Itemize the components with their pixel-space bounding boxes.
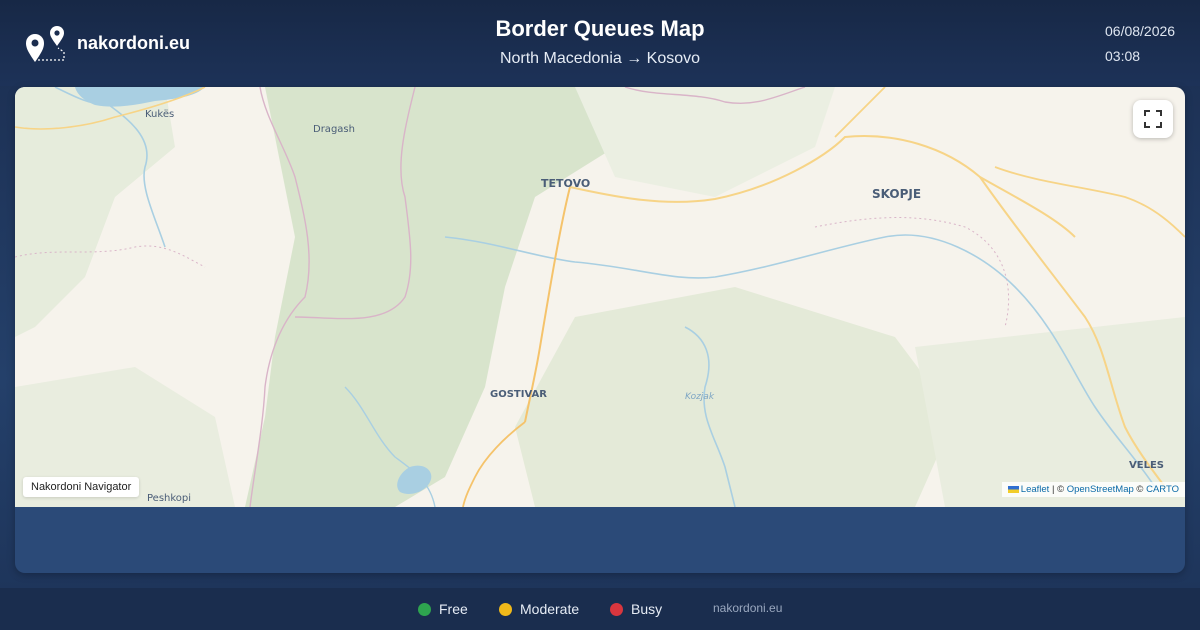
legend-footer: Free Moderate Busy nakordoni.eu (0, 588, 1200, 630)
city-label-tetovo: TETOVO (541, 177, 590, 190)
map-layer: Kukës Dragash TETOVO SKOPJE GOSTIVAR Koz… (15, 87, 1185, 507)
free-status-dot (418, 603, 431, 616)
openstreetmap-link[interactable]: OpenStreetMap (1067, 484, 1134, 495)
road-skopje-north (834, 87, 886, 138)
legend-free: Free (418, 601, 468, 617)
map-panel: Kukës Dragash TETOVO SKOPJE GOSTIVAR Koz… (15, 87, 1185, 573)
terrain-south-east (915, 317, 1185, 507)
road-gostivar-south (462, 421, 526, 507)
attribution-separator-1: | © (1049, 484, 1067, 495)
city-label-gostivar: GOSTIVAR (490, 389, 547, 400)
legend-moderate: Moderate (499, 601, 579, 617)
city-label-kozjak: Kozjak (685, 392, 715, 402)
current-time: 03:08 (1105, 48, 1141, 64)
busy-status-dot (610, 603, 623, 616)
route-subtitle: North Macedonia → Kosovo (499, 50, 701, 67)
city-label-veles: VELES (1129, 460, 1164, 471)
terrain-west (15, 87, 175, 337)
legend-moderate-label: Moderate (520, 601, 580, 617)
city-label-dragash: Dragash (313, 124, 355, 135)
map-canvas[interactable]: Kukës Dragash TETOVO SKOPJE GOSTIVAR Koz… (15, 87, 1185, 507)
fullscreen-button[interactable] (1133, 100, 1173, 138)
moderate-status-dot (499, 603, 512, 616)
border-district-1 (814, 217, 1010, 328)
legend-free-label: Free (439, 601, 468, 617)
attribution-separator-2: © (1133, 484, 1147, 495)
city-label-skopje: SKOPJE (872, 187, 921, 201)
terrain-hills-north (575, 87, 835, 197)
header-bar: nakordoni.eu Border Queues Map North Mac… (0, 0, 1200, 86)
lake-fierza (75, 87, 205, 107)
footer-site-link[interactable]: nakordoni.eu (713, 601, 782, 615)
legend-busy: Busy (610, 601, 662, 617)
page-title: Border Queues Map (495, 16, 705, 41)
leaflet-link[interactable]: Leaflet (1021, 484, 1050, 495)
navigator-label[interactable]: Nakordoni Navigator (23, 477, 140, 497)
terrain-hills-central (515, 287, 955, 507)
city-label-peshkopi: Peshkopi (147, 493, 191, 504)
city-label-kukes: Kukës (145, 109, 174, 120)
legend-busy-label: Busy (631, 601, 663, 617)
ukraine-flag-icon (1007, 485, 1019, 493)
current-date: 06/08/2026 (1105, 23, 1176, 39)
map-attribution: Leaflet | © OpenStreetMap © CARTO (1001, 482, 1185, 497)
fullscreen-icon (1144, 110, 1162, 128)
carto-link[interactable]: CARTO (1146, 484, 1179, 495)
